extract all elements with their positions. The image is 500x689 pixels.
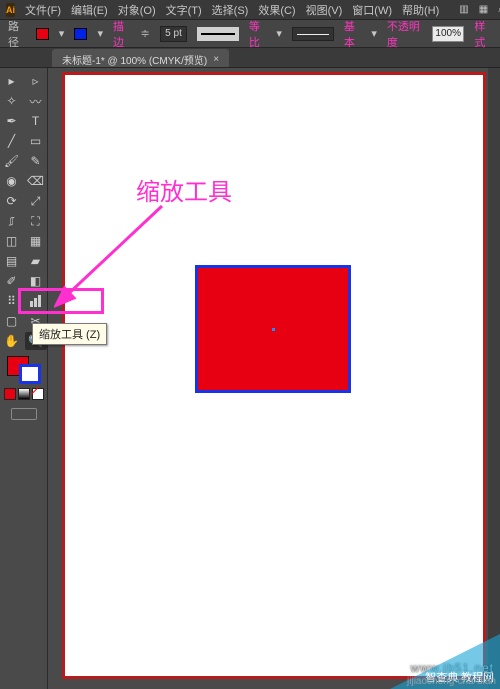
canvas-area[interactable]: [48, 68, 500, 689]
opacity-input[interactable]: 100%: [432, 26, 464, 42]
arrange-icon[interactable]: ▦: [479, 3, 488, 17]
vertical-scrollbar[interactable]: [488, 68, 500, 689]
app-logo-icon: Ai: [6, 3, 15, 17]
profile-label[interactable]: 等比: [249, 18, 267, 50]
artboard-tool[interactable]: ▢: [1, 312, 23, 330]
eraser-tool[interactable]: ⌫: [25, 172, 47, 190]
options-bar: 路径 ▾ ▾ 描边 ≑ 5 pt 等比 ▾ 基本 ▾ 不透明度 100% 样式: [0, 20, 500, 48]
free-transform-tool[interactable]: ⛶: [25, 212, 47, 230]
style-label[interactable]: 样式: [474, 18, 492, 50]
context-label: 路径: [8, 18, 26, 50]
selection-tool[interactable]: ▸: [1, 72, 23, 90]
artboard[interactable]: [65, 75, 483, 676]
object-center-icon: [272, 328, 275, 331]
menu-edit[interactable]: 编辑(E): [71, 2, 108, 18]
stroke-weight-input[interactable]: 5 pt: [160, 26, 188, 42]
workspace-icon[interactable]: ▥: [459, 3, 468, 17]
brush-label[interactable]: 基本: [344, 18, 362, 50]
menu-window[interactable]: 窗口(W): [352, 2, 392, 18]
paintbrush-tool[interactable]: 🖌: [1, 152, 23, 170]
menu-file[interactable]: 文件(F): [25, 2, 61, 18]
brush-preview[interactable]: [292, 27, 334, 41]
stroke-color-icon[interactable]: [19, 364, 41, 384]
direct-selection-tool[interactable]: ▹: [25, 72, 47, 90]
blend-tool[interactable]: ◧: [25, 272, 47, 290]
tools-panel: ▸ ▹ ✧ 〰 ✒ T ╱ ▭ 🖌 ✎ ◉ ⌫ ⟳ ⤢ ⎎ ⛶ ◫ ▦ ▤ ▰ …: [0, 68, 48, 689]
column-graph-tool[interactable]: [25, 292, 47, 310]
menu-view[interactable]: 视图(V): [306, 2, 343, 18]
menu-effect[interactable]: 效果(C): [258, 2, 295, 18]
document-tab[interactable]: 未标题-1* @ 100% (CMYK/预览) ×: [52, 49, 229, 67]
menu-select[interactable]: 选择(S): [212, 2, 249, 18]
menu-object[interactable]: 对象(O): [118, 2, 156, 18]
screen-mode-button[interactable]: [11, 408, 37, 420]
hand-tool[interactable]: ✋: [1, 332, 23, 350]
rectangle-tool[interactable]: ▭: [25, 132, 47, 150]
annotation-label: 缩放工具: [136, 172, 232, 207]
pen-tool[interactable]: ✒: [1, 112, 23, 130]
fill-swatch[interactable]: [36, 28, 49, 40]
fill-stroke-control[interactable]: [7, 356, 41, 384]
blob-brush-tool[interactable]: ◉: [1, 172, 23, 190]
type-tool[interactable]: T: [25, 112, 47, 130]
scale-tool[interactable]: ⤢: [25, 192, 47, 210]
eyedropper-tool[interactable]: ✐: [1, 272, 23, 290]
document-tab-label: 未标题-1* @ 100% (CMYK/预览): [62, 52, 207, 67]
zoom-tool-tooltip: 缩放工具 (Z): [32, 323, 107, 345]
draw-gradient-icon[interactable]: [18, 388, 30, 400]
document-tab-bar: 未标题-1* @ 100% (CMYK/预览) ×: [0, 48, 500, 68]
rectangle-object[interactable]: [195, 265, 351, 393]
perspective-grid-tool[interactable]: ▦: [25, 232, 47, 250]
magic-wand-tool[interactable]: ✧: [1, 92, 23, 110]
stroke-profile-preview[interactable]: [197, 27, 239, 41]
menu-type[interactable]: 文字(T): [166, 2, 202, 18]
lasso-tool[interactable]: 〰: [25, 92, 47, 110]
stroke-swatch[interactable]: [74, 28, 87, 40]
stroke-label[interactable]: 描边: [113, 18, 131, 50]
draw-mode-buttons: [0, 388, 47, 400]
draw-normal-icon[interactable]: [4, 388, 16, 400]
mesh-tool[interactable]: ▤: [1, 252, 23, 270]
menu-help[interactable]: 帮助(H): [402, 2, 439, 18]
draw-none-icon[interactable]: [32, 388, 44, 400]
watermark-sub: jijiaocheng·cha·dian: [407, 676, 496, 687]
gradient-tool[interactable]: ▰: [25, 252, 47, 270]
line-segment-tool[interactable]: ╱: [1, 132, 23, 150]
width-tool[interactable]: ⎎: [1, 212, 23, 230]
opacity-label[interactable]: 不透明度: [387, 18, 422, 50]
pencil-tool[interactable]: ✎: [25, 152, 47, 170]
rotate-tool[interactable]: ⟳: [1, 192, 23, 210]
canvas-border: [62, 72, 486, 679]
symbol-sprayer-tool[interactable]: ⠿: [1, 292, 23, 310]
shape-builder-tool[interactable]: ◫: [1, 232, 23, 250]
close-icon[interactable]: ×: [213, 54, 219, 65]
